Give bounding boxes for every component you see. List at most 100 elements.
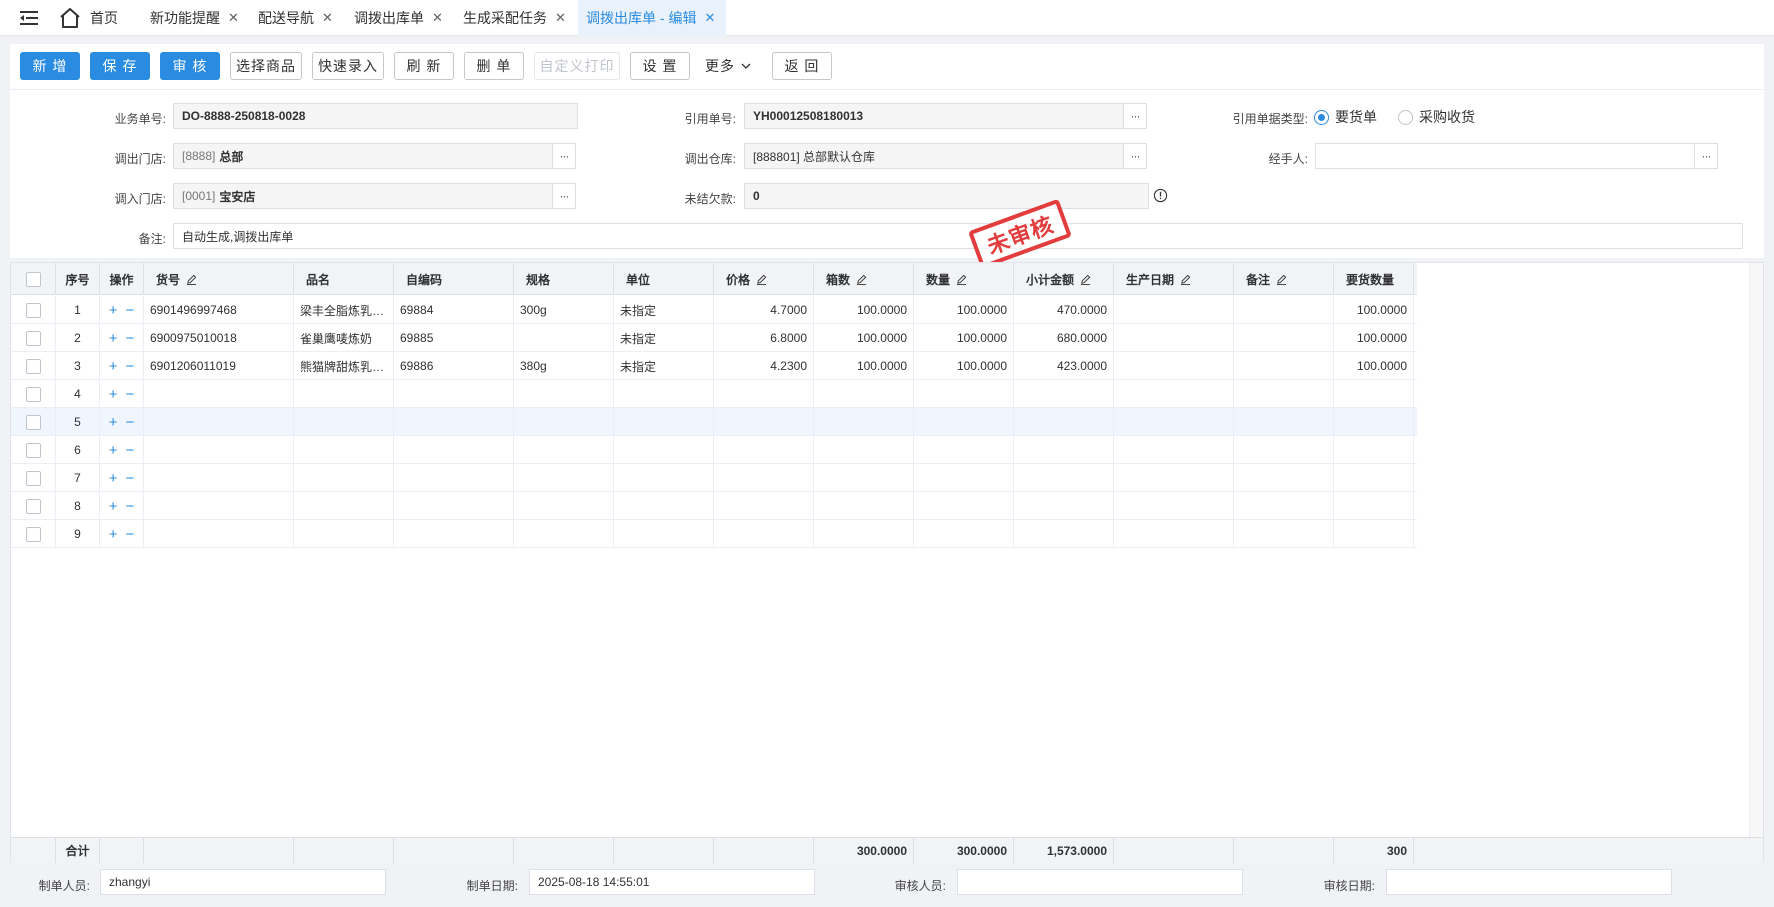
cell-prod-date[interactable]: [1114, 464, 1234, 492]
cell-sku[interactable]: [144, 492, 294, 520]
add-row-icon[interactable]: +: [109, 470, 118, 487]
out-store-picker-button[interactable]: ···: [552, 143, 576, 169]
cell-spec[interactable]: [514, 380, 614, 408]
out-wh-picker-button[interactable]: ···: [1123, 143, 1147, 169]
cell-req-qty[interactable]: [1334, 380, 1414, 408]
cell-price[interactable]: [714, 464, 814, 492]
table-row[interactable]: 7 + −: [11, 464, 1417, 492]
header-boxes[interactable]: 箱数: [814, 263, 914, 295]
cell-unit[interactable]: [614, 492, 714, 520]
cell-sku[interactable]: [144, 436, 294, 464]
more-dropdown[interactable]: 更多: [700, 52, 756, 80]
cell-code[interactable]: [394, 436, 514, 464]
cell-spec[interactable]: [514, 492, 614, 520]
add-row-icon[interactable]: +: [109, 498, 118, 515]
header-prod-date[interactable]: 生产日期: [1114, 263, 1234, 295]
cell-code[interactable]: [394, 408, 514, 436]
add-row-icon[interactable]: +: [109, 414, 118, 431]
cell-sku[interactable]: 6900975010018: [144, 324, 294, 352]
select-goods-button[interactable]: 选择商品: [230, 52, 302, 80]
cell-price[interactable]: 4.2300: [714, 352, 814, 380]
cell-price[interactable]: 4.7000: [714, 296, 814, 324]
cell-prod-date[interactable]: [1114, 492, 1234, 520]
vertical-scrollbar[interactable]: [1749, 263, 1763, 837]
cell-spec[interactable]: [514, 324, 614, 352]
cell-req-qty[interactable]: [1334, 408, 1414, 436]
table-row[interactable]: 8 + −: [11, 492, 1417, 520]
cell-req-qty[interactable]: [1334, 520, 1414, 548]
add-row-icon[interactable]: +: [109, 330, 118, 347]
in-store-picker-button[interactable]: ···: [552, 183, 576, 209]
cell-code[interactable]: 69886: [394, 352, 514, 380]
cell-boxes[interactable]: [814, 464, 914, 492]
cell-code[interactable]: [394, 520, 514, 548]
cell-note[interactable]: [1234, 492, 1334, 520]
cell-prod-date[interactable]: [1114, 408, 1234, 436]
cell-unit[interactable]: [614, 464, 714, 492]
cell-sku[interactable]: [144, 408, 294, 436]
cell-qty[interactable]: 100.0000: [914, 352, 1014, 380]
add-row-icon[interactable]: +: [109, 526, 118, 543]
cell-req-qty[interactable]: 100.0000: [1334, 352, 1414, 380]
cell-price[interactable]: [714, 520, 814, 548]
close-icon[interactable]: ✕: [228, 10, 239, 26]
ref-type-radio-purchase[interactable]: 采购收货: [1398, 107, 1475, 127]
add-row-icon[interactable]: +: [109, 358, 118, 375]
remark-field[interactable]: 自动生成,调拨出库单: [173, 223, 1743, 249]
remove-row-icon[interactable]: −: [126, 470, 135, 487]
remove-row-icon[interactable]: −: [126, 498, 135, 515]
cell-name[interactable]: [294, 436, 394, 464]
remove-row-icon[interactable]: −: [126, 442, 135, 459]
cell-subtotal[interactable]: 680.0000: [1014, 324, 1114, 352]
cell-code[interactable]: [394, 492, 514, 520]
remove-row-icon[interactable]: −: [126, 302, 135, 319]
cell-unit[interactable]: [614, 380, 714, 408]
cell-prod-date[interactable]: [1114, 380, 1234, 408]
add-button[interactable]: 新 增: [20, 52, 80, 80]
ref-no-field[interactable]: YH00012508180013: [744, 103, 1124, 129]
cell-spec[interactable]: [514, 520, 614, 548]
back-button[interactable]: 返 回: [772, 52, 832, 80]
settings-button[interactable]: 设 置: [630, 52, 690, 80]
cell-prod-date[interactable]: [1114, 324, 1234, 352]
cell-boxes[interactable]: 100.0000: [814, 324, 914, 352]
cell-boxes[interactable]: [814, 408, 914, 436]
handler-field[interactable]: [1315, 143, 1695, 169]
cell-subtotal[interactable]: [1014, 408, 1114, 436]
cell-boxes[interactable]: 100.0000: [814, 296, 914, 324]
cell-sku[interactable]: [144, 380, 294, 408]
header-sku[interactable]: 货号: [144, 263, 294, 295]
refresh-button[interactable]: 刷 新: [394, 52, 454, 80]
cell-req-qty[interactable]: 100.0000: [1334, 296, 1414, 324]
add-row-icon[interactable]: +: [109, 386, 118, 403]
table-row[interactable]: 4 + −: [11, 380, 1417, 408]
row-checkbox[interactable]: [25, 302, 41, 318]
delete-button[interactable]: 删 单: [464, 52, 524, 80]
cell-name[interactable]: [294, 520, 394, 548]
cell-subtotal[interactable]: 423.0000: [1014, 352, 1114, 380]
cell-spec[interactable]: 380g: [514, 352, 614, 380]
tab-new-feature[interactable]: 新功能提醒 ✕: [142, 0, 247, 36]
quick-entry-button[interactable]: 快速录入: [312, 52, 384, 80]
cell-name[interactable]: 梁丰全脂炼乳…: [294, 296, 394, 324]
cell-qty[interactable]: [914, 492, 1014, 520]
cell-price[interactable]: 6.8000: [714, 324, 814, 352]
header-note[interactable]: 备注: [1234, 263, 1334, 295]
menu-fold-icon[interactable]: [18, 8, 40, 28]
row-checkbox[interactable]: [25, 358, 41, 374]
header-price[interactable]: 价格: [714, 263, 814, 295]
cell-unit[interactable]: [614, 408, 714, 436]
cell-sku[interactable]: [144, 464, 294, 492]
cell-subtotal[interactable]: [1014, 464, 1114, 492]
out-store-field[interactable]: [8888] 总部: [173, 143, 553, 169]
table-row[interactable]: 1 + −6901496997468 梁丰全脂炼乳… 69884 300g 未指定 4.700…: [11, 296, 1417, 324]
row-checkbox[interactable]: [25, 470, 41, 486]
row-checkbox[interactable]: [25, 386, 41, 402]
cell-subtotal[interactable]: [1014, 520, 1114, 548]
custom-print-button[interactable]: 自定义打印: [534, 52, 620, 80]
cell-qty[interactable]: [914, 408, 1014, 436]
cell-boxes[interactable]: [814, 380, 914, 408]
cell-qty[interactable]: [914, 380, 1014, 408]
row-checkbox[interactable]: [25, 330, 41, 346]
cell-name[interactable]: [294, 492, 394, 520]
